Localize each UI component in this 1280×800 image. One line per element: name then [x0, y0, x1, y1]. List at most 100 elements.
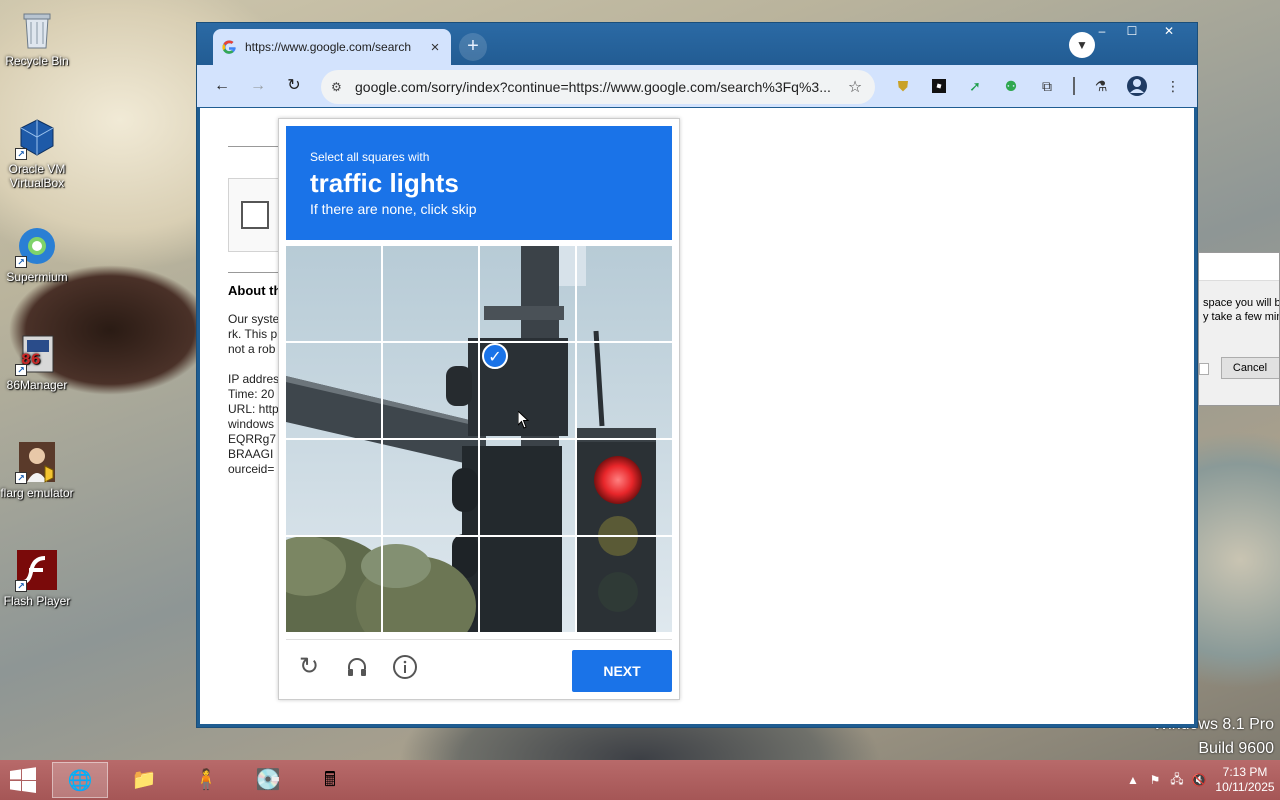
leaf-extension-icon[interactable]: ➚ [963, 74, 987, 98]
profile-avatar-icon[interactable] [1125, 74, 1149, 98]
grid-tile-1-4[interactable] [577, 246, 672, 343]
page-detail-line: Time: 20 [228, 387, 275, 401]
shortcut-arrow-icon: ↗ [15, 364, 27, 376]
labs-flask-icon[interactable]: ⚗ [1089, 74, 1113, 98]
page-paragraph-line: rk. This p [228, 327, 278, 341]
page-detail-line: BRAAGI [228, 447, 274, 461]
page-divider [228, 272, 278, 273]
86manager-icon: 86 ↗ [15, 332, 59, 376]
grid-tile-2-2[interactable] [383, 343, 480, 440]
folder-icon: 📁 [131, 769, 157, 791]
refresh-icon: ↻ [298, 653, 320, 680]
dialog-cancel-button[interactable]: Cancel [1221, 357, 1279, 379]
back-button[interactable]: ← [209, 73, 235, 99]
grid-tile-3-1[interactable] [286, 440, 383, 537]
desktop-icon-label: Flash Player [3, 594, 71, 608]
volume-muted-icon[interactable]: 🔇 [1188, 773, 1210, 787]
supermium-icon: 🌐 [67, 770, 93, 792]
grid-tile-4-1[interactable] [286, 537, 383, 632]
recaptcha-challenge: Select all squares with traffic lights I… [278, 118, 680, 700]
site-info-icon[interactable]: ⚙ [331, 80, 351, 94]
close-window-button[interactable]: ✕ [1147, 23, 1191, 41]
desktop-icon-flash-player[interactable]: ↗ Flash Player [0, 548, 74, 608]
supermium-icon: ↗ [15, 224, 59, 268]
dialog-button-edge[interactable] [1199, 363, 1209, 375]
desktop-icon-label: Recycle Bin [5, 54, 69, 68]
new-tab-button[interactable]: + [459, 33, 487, 61]
grid-tile-4-4[interactable] [577, 537, 672, 632]
virtualbox-icon: ↗ [15, 116, 59, 160]
minimize-button[interactable]: – [1087, 23, 1117, 41]
taskbar-installer[interactable]: 💽 [240, 762, 296, 798]
desktop-icon-recycle-bin[interactable]: Recycle Bin [0, 8, 74, 68]
next-button[interactable]: NEXT [572, 650, 672, 692]
clock-date: 10/11/2025 [1215, 780, 1275, 794]
reload-challenge-button[interactable]: ↻ [294, 652, 324, 682]
desktop-icon-supermium[interactable]: ↗ Supermium [0, 224, 74, 284]
desktop-icon-label: 86Manager [6, 378, 68, 392]
reload-button[interactable]: ↻ [281, 73, 307, 99]
tab-strip: https://www.google.com/search × + ▼ – ☐ … [197, 23, 1197, 65]
maximize-button[interactable]: ☐ [1117, 23, 1147, 41]
network-icon[interactable]: 🖧 [1166, 770, 1188, 791]
installer-icon: 💽 [255, 769, 281, 791]
dialog-titlebar [1199, 253, 1279, 281]
shield-extension-icon[interactable]: ⛊ [891, 74, 915, 98]
extensions-puzzle-icon[interactable]: ⧉ [1035, 74, 1059, 98]
start-button[interactable] [6, 766, 40, 794]
action-center-flag-icon[interactable]: ⚑ [1144, 773, 1166, 787]
grid-tile-1-2[interactable] [383, 246, 480, 343]
grid-tile-2-4[interactable] [577, 343, 672, 440]
grid-tile-3-3[interactable] [480, 440, 577, 537]
info-icon [392, 655, 418, 686]
taskbar-supermium[interactable]: 🌐 [52, 762, 108, 798]
challenge-target: traffic lights [310, 168, 459, 198]
challenge-image-grid: ✓ [286, 246, 672, 632]
desktop-icon-flarg[interactable]: ↗ flarg emulator [0, 440, 74, 500]
grid-tile-2-1[interactable] [286, 343, 383, 440]
grid-tile-1-3[interactable] [480, 246, 577, 343]
flarg-icon: 🧍 [193, 769, 219, 791]
system-tray: ▲ ⚑ 🖧 🔇 7:13 PM 10/11/2025 [1122, 760, 1280, 800]
page-paragraph-line: not a rob [228, 342, 276, 356]
desktop-icon-label: flarg emulator [0, 486, 74, 500]
challenge-footer: ↻ NEXT [286, 639, 672, 693]
tab-close-icon[interactable]: × [427, 39, 443, 56]
grid-tile-3-2[interactable] [383, 440, 480, 537]
challenge-header: Select all squares with traffic lights I… [286, 126, 672, 240]
arrow-right-icon: → [250, 77, 266, 94]
grid-tile-4-2[interactable] [383, 537, 480, 632]
taskbar-file-explorer[interactable]: 📁 [116, 762, 172, 798]
audio-challenge-button[interactable] [342, 652, 372, 682]
browser-menu-icon[interactable]: ⋮ [1161, 74, 1185, 98]
page-detail-line: ourceid= [228, 462, 275, 476]
page-detail-line: EQRRg7 [228, 432, 277, 446]
page-heading: About th [228, 283, 282, 298]
bookmark-star-icon[interactable]: ☆ [845, 77, 865, 97]
grid-tile-1-1[interactable] [286, 246, 383, 343]
recycle-bin-icon [15, 8, 59, 52]
86manager-icon: 🖩 [324, 769, 336, 791]
taskbar-flarg[interactable]: 🧍 [178, 762, 234, 798]
android-extension-icon[interactable]: ⚉ [999, 74, 1023, 98]
desktop-icon-virtualbox[interactable]: ↗ Oracle VM VirtualBox [0, 116, 74, 190]
page-paragraph-line: Our syste [228, 312, 280, 326]
clock[interactable]: 7:13 PM 10/11/2025 [1210, 765, 1280, 795]
help-button[interactable] [390, 652, 420, 682]
roblox-extension-icon[interactable] [927, 74, 951, 98]
desktop-icon-86manager[interactable]: 86 ↗ 86Manager [0, 332, 74, 392]
taskbar-86manager[interactable]: 🖩 [302, 762, 358, 798]
grid-tile-3-4[interactable] [577, 440, 672, 537]
show-hidden-icons-chevron-icon[interactable]: ▲ [1122, 773, 1144, 787]
tab-google-search[interactable]: https://www.google.com/search × [213, 29, 451, 65]
recaptcha-checkbox[interactable] [241, 201, 269, 229]
toolbar-divider [1073, 77, 1075, 95]
dialog-text-line: y take a few minu [1203, 311, 1279, 323]
forward-button[interactable]: → [245, 73, 271, 99]
tile-selected-check-icon: ✓ [482, 343, 508, 369]
shortcut-arrow-icon: ↗ [15, 148, 27, 160]
address-bar[interactable]: ⚙ google.com/sorry/index?continue=https:… [321, 70, 875, 104]
grid-tile-4-3[interactable] [480, 537, 577, 632]
address-bar-url[interactable]: google.com/sorry/index?continue=https://… [351, 79, 845, 95]
taskbar: 🌐 📁 🧍 💽 🖩 ▲ ⚑ 🖧 🔇 7:13 PM 10/11/2025 [0, 760, 1280, 800]
